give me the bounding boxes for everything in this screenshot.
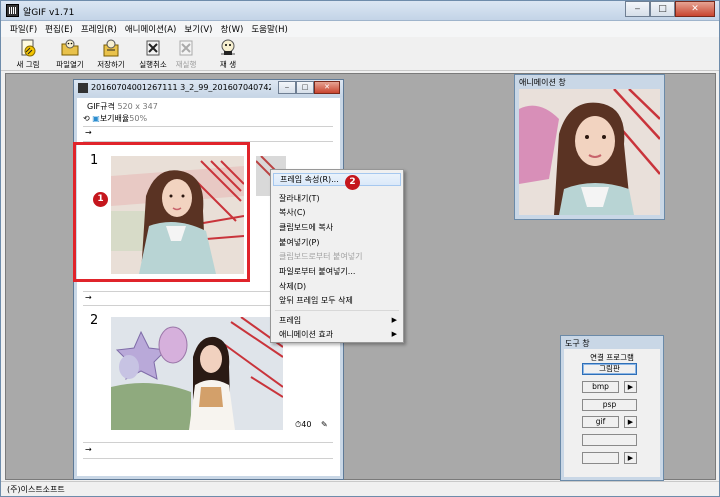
insert-arrow-icon[interactable]: →: [85, 293, 92, 302]
separator: [83, 126, 333, 127]
menu-view[interactable]: 보기(V): [181, 21, 217, 37]
context-cut[interactable]: 잘라내기(T): [273, 192, 401, 205]
gif-run-icon[interactable]: ▶: [624, 416, 637, 428]
menu-help[interactable]: 도움말(H): [248, 21, 292, 37]
menu-file[interactable]: 파일(F): [7, 21, 42, 37]
undo-icon: [146, 40, 160, 56]
document-maximize-button[interactable]: □: [296, 81, 314, 94]
context-frame-properties[interactable]: 프레임 속성(R)...: [273, 173, 401, 186]
linked-programs-label: 연결 프로그램: [590, 353, 634, 362]
document-minimize-button[interactable]: ‒: [278, 81, 296, 94]
gif-button[interactable]: gif: [582, 416, 619, 428]
context-frame-submenu[interactable]: 프레임 ▶: [273, 314, 401, 327]
context-delete-adjacent-frames[interactable]: 앞뒤 프레임 모두 삭제: [273, 294, 401, 307]
menu-edit[interactable]: 편집(E): [42, 21, 78, 37]
zoom-icon: ▣: [92, 114, 100, 123]
paint-button[interactable]: 그림판: [582, 363, 637, 375]
save-icon: [103, 39, 119, 57]
zoom-info[interactable]: ⟲ ▣보기배율50%: [83, 113, 147, 124]
menu-frame[interactable]: 프레임(R): [78, 21, 122, 37]
animation-window-title: 애니메이션 창: [519, 78, 566, 87]
menu-bar: 파일(F) 편집(E) 프레임(R) 애니메이션(A) 보기(V) 창(W) 도…: [1, 21, 719, 37]
psp-button[interactable]: psp: [582, 399, 637, 411]
gif-size-info: GIF규격 520 x 347: [87, 102, 158, 111]
document-title: 20160704001267111 3_2_99_20160704074207.…: [91, 83, 271, 92]
submenu-arrow-icon: ▶: [391, 316, 397, 324]
document-title-bar[interactable]: 20160704001267111 3_2_99_20160704074207.…: [74, 80, 343, 97]
minimize-button[interactable]: ‒: [625, 1, 650, 17]
document-close-button[interactable]: ✕: [314, 81, 340, 94]
document-icon: [78, 83, 88, 93]
frame-2-thumbnail[interactable]: [111, 317, 283, 430]
window-title: 알GIF v1.71: [23, 8, 75, 18]
play-icon: [221, 39, 235, 55]
status-bar: (주)이스트소프트: [1, 481, 719, 496]
separator: [83, 442, 333, 443]
context-separator: [275, 310, 399, 311]
new-image-icon: [21, 39, 36, 57]
redo-button[interactable]: 재실행: [164, 38, 208, 70]
submenu-arrow-icon: ▶: [391, 330, 397, 338]
toolbar: 새 그림 파일열기 저장하기 실행취소 재실행 재 생: [1, 37, 719, 71]
menu-animation[interactable]: 애니메이션(A): [122, 21, 182, 37]
tool-window[interactable]: 도구 창 연결 프로그램 그림판 bmp ▶ psp gif ▶ ▶: [560, 335, 664, 481]
animation-preview: [519, 89, 660, 215]
insert-arrow-icon[interactable]: →: [85, 128, 92, 137]
redo-icon: [179, 40, 193, 56]
context-menu: 프레임 속성(R)... 잘라내기(T) 복사(C) 클립보드에 복사 붙여넣기…: [270, 169, 404, 343]
animation-preview-image: [519, 89, 660, 215]
separator: [83, 458, 333, 459]
edit-pencil-icon[interactable]: ✎: [321, 420, 328, 429]
app-icon[interactable]: [6, 4, 19, 17]
new-image-button[interactable]: 새 그림: [6, 38, 50, 70]
context-paste-from-clipboard[interactable]: 클립보드로부터 붙여넣기: [273, 250, 401, 263]
context-paste[interactable]: 붙여넣기(P): [273, 236, 401, 249]
tool-window-body: 연결 프로그램 그림판 bmp ▶ psp gif ▶ ▶: [564, 349, 660, 477]
bmp-run-icon[interactable]: ▶: [624, 381, 637, 393]
frame-2-image: [111, 317, 283, 430]
bmp-button[interactable]: bmp: [582, 381, 619, 393]
context-paste-from-file[interactable]: 파일로부터 붙여넣기...: [273, 265, 401, 278]
empty-program-button[interactable]: [582, 434, 637, 446]
frame-number: 2: [90, 313, 99, 328]
close-button[interactable]: ✕: [675, 1, 715, 17]
context-copy[interactable]: 복사(C): [273, 206, 401, 219]
open-file-button[interactable]: 파일열기: [48, 38, 92, 70]
empty-program-button-2[interactable]: [582, 452, 619, 464]
context-animation-effect-submenu[interactable]: 애니메이션 효과 ▶: [273, 328, 401, 341]
callout-badge-2: 2: [345, 175, 360, 190]
save-button[interactable]: 저장하기: [89, 38, 133, 70]
frame-delay[interactable]: ⏱40: [295, 420, 311, 430]
empty-run-icon[interactable]: ▶: [624, 452, 637, 464]
callout-badge-1: 1: [93, 192, 108, 207]
animation-preview-window[interactable]: 애니메이션 창: [514, 74, 665, 220]
status-text: (주)이스트소프트: [7, 485, 65, 494]
frame-selection-highlight: [73, 142, 250, 282]
play-button[interactable]: 재 생: [206, 38, 250, 70]
maximize-button[interactable]: □: [650, 1, 675, 17]
insert-arrow-icon[interactable]: →: [85, 445, 92, 454]
rotate-icon: ⟲: [83, 114, 90, 123]
tool-window-title: 도구 창: [565, 339, 590, 348]
context-delete[interactable]: 삭제(D): [273, 280, 401, 293]
menu-window[interactable]: 창(W): [217, 21, 248, 37]
open-file-icon: [61, 39, 79, 56]
context-copy-to-clipboard[interactable]: 클립보드에 복사: [273, 221, 401, 234]
title-bar: 알GIF v1.71 ‒ □ ✕: [1, 1, 719, 21]
